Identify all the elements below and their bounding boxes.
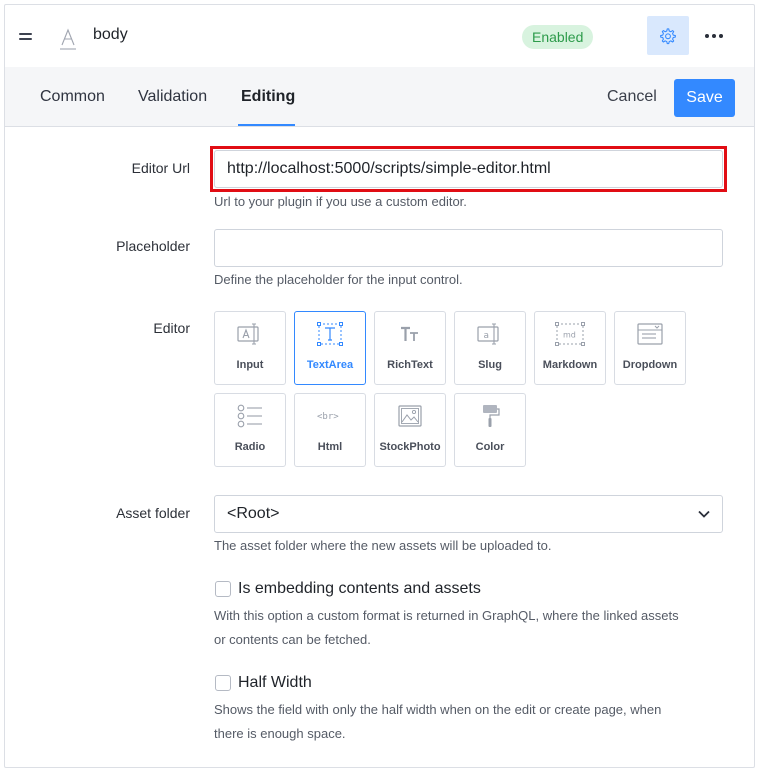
more-options-button[interactable]	[702, 26, 726, 46]
tab-editing[interactable]: Editing	[241, 88, 295, 106]
input-icon	[237, 323, 259, 345]
editor-option-label: Input	[236, 359, 264, 371]
embedding-hint-line1: With this option a custom format is retu…	[214, 608, 679, 623]
cancel-button[interactable]: Cancel	[607, 88, 657, 106]
editor-option-html[interactable]: <br> Html	[294, 393, 366, 467]
editor-option-radio[interactable]: Radio	[214, 393, 286, 467]
editor-url-label: Editor Url	[131, 160, 190, 176]
markdown-icon: md	[555, 322, 585, 346]
gear-icon	[660, 27, 676, 44]
textarea-icon	[317, 322, 343, 346]
field-header: body Enabled	[5, 5, 754, 67]
editor-option-label: RichText	[387, 359, 433, 371]
svg-text:md: md	[563, 331, 576, 340]
editor-option-label: TextArea	[306, 359, 354, 371]
placeholder-label: Placeholder	[116, 238, 190, 254]
embedding-checkbox[interactable]	[215, 581, 231, 597]
tabs-bar: Common Validation Editing Cancel Save	[5, 67, 754, 127]
editor-option-color[interactable]: Color	[454, 393, 526, 467]
editor-option-label: Radio	[234, 441, 266, 453]
color-icon	[483, 405, 500, 427]
richtext-icon	[401, 326, 418, 341]
half-width-checkbox[interactable]	[215, 675, 231, 691]
save-button[interactable]: Save	[674, 79, 735, 117]
asset-folder-value: <Root>	[227, 505, 280, 522]
editor-option-label: Color	[475, 441, 505, 453]
editor-option-input[interactable]: Input	[214, 311, 286, 385]
asset-folder-hint: The asset folder where the new assets wi…	[214, 538, 552, 553]
editor-url-hint: Url to your plugin if you use a custom e…	[214, 194, 467, 209]
dropdown-icon	[637, 323, 663, 345]
editor-option-label: Dropdown	[622, 359, 678, 371]
embedding-hint-line2: or contents can be fetched.	[214, 632, 371, 647]
editor-option-richtext[interactable]: RichText	[374, 311, 446, 385]
chevron-down-icon	[698, 510, 710, 518]
editor-label: Editor	[153, 320, 190, 336]
tab-validation[interactable]: Validation	[138, 88, 207, 106]
placeholder-input[interactable]	[214, 229, 723, 267]
placeholder-hint: Define the placeholder for the input con…	[214, 272, 463, 287]
text-field-icon	[60, 28, 76, 50]
asset-folder-select[interactable]: <Root>	[214, 495, 723, 533]
asset-folder-label: Asset folder	[116, 505, 190, 521]
svg-text:a: a	[484, 331, 490, 341]
editor-option-label: Slug	[478, 359, 502, 371]
editor-option-textarea[interactable]: TextArea	[294, 311, 366, 385]
stockphoto-icon	[398, 405, 422, 427]
settings-button[interactable]	[647, 16, 689, 55]
editor-option-dropdown[interactable]: Dropdown	[614, 311, 686, 385]
editor-option-label: StockPhoto	[379, 441, 441, 453]
more-horizontal-icon	[705, 34, 709, 38]
field-settings-panel: body Enabled Common Validation Editing C…	[4, 4, 755, 768]
drag-handle-icon[interactable]	[19, 33, 32, 43]
embedding-label[interactable]: Is embedding contents and assets	[238, 580, 481, 598]
html-icon: <br>	[317, 412, 339, 422]
radio-icon	[237, 404, 262, 428]
svg-text:<br>: <br>	[317, 412, 339, 422]
editor-option-label: Html	[317, 441, 343, 453]
field-name: body	[93, 26, 128, 43]
half-width-hint-line1: Shows the field with only the half width…	[214, 702, 662, 717]
active-tab-indicator	[238, 124, 295, 126]
editor-option-slug[interactable]: a Slug	[454, 311, 526, 385]
tab-common[interactable]: Common	[40, 88, 105, 106]
half-width-label[interactable]: Half Width	[238, 674, 312, 692]
half-width-hint-line2: there is enough space.	[214, 726, 346, 741]
slug-icon: a	[477, 323, 499, 345]
editor-option-markdown[interactable]: md Markdown	[534, 311, 606, 385]
status-badge: Enabled	[522, 25, 594, 49]
editor-option-stockphoto[interactable]: StockPhoto	[374, 393, 446, 467]
editor-option-label: Markdown	[542, 359, 598, 371]
highlight-box	[210, 146, 727, 192]
